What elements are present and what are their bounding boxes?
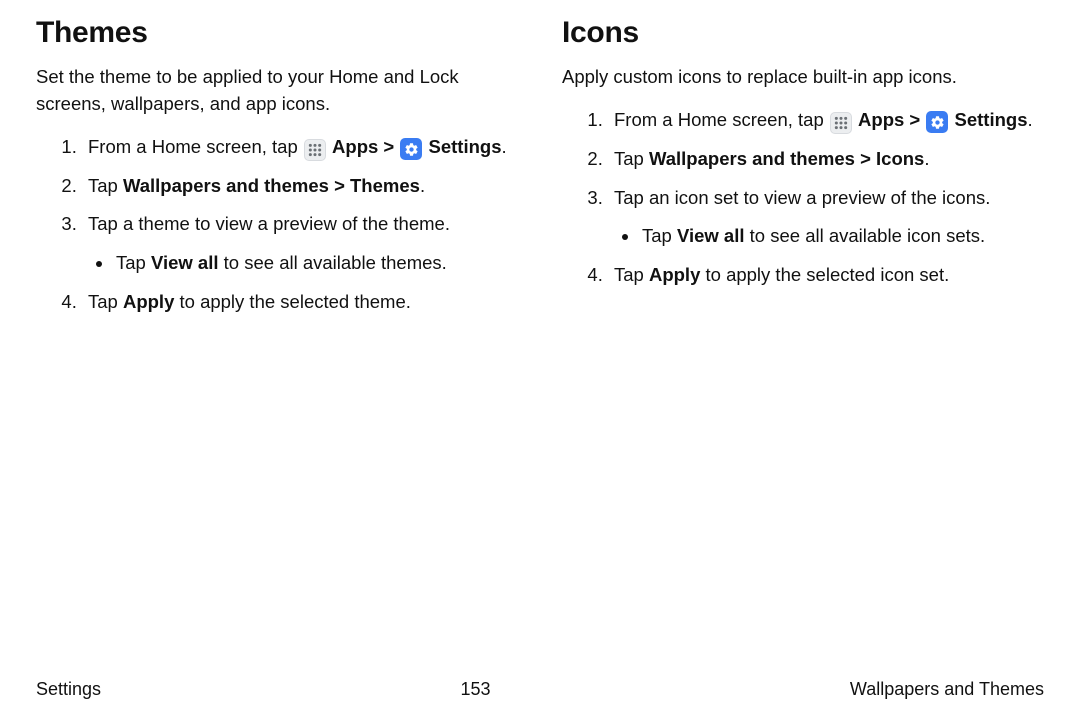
step-sep: > (378, 136, 399, 157)
heading-themes: Themes (36, 16, 518, 50)
apps-label: Apps (858, 109, 904, 130)
substep: Tap View all to see all available icon s… (640, 223, 1044, 250)
step-post: to apply the selected icon set. (700, 264, 949, 285)
substep: Tap View all to see all available themes… (114, 250, 518, 277)
right-column: Icons Apply custom icons to replace buil… (562, 16, 1044, 671)
step-bold: Apply (123, 291, 174, 312)
sub-post: to see all available icon sets. (745, 225, 986, 246)
sub-bold: View all (677, 225, 745, 246)
sub-post: to see all available themes. (219, 252, 447, 273)
step-end: . (1028, 109, 1033, 130)
step-1: From a Home screen, tap Apps > Settings. (82, 134, 518, 161)
settings-icon (926, 111, 948, 133)
intro-icons: Apply custom icons to replace built-in a… (562, 64, 1044, 91)
steps-icons: From a Home screen, tap Apps > Settings.… (562, 107, 1044, 289)
footer-left: Settings (36, 679, 101, 700)
footer-page-number: 153 (460, 679, 490, 700)
page-content: Themes Set the theme to be applied to yo… (36, 16, 1044, 671)
step-3: Tap a theme to view a preview of the the… (82, 211, 518, 277)
step-pre: Tap (614, 264, 649, 285)
left-column: Themes Set the theme to be applied to yo… (36, 16, 518, 671)
substeps: Tap View all to see all available themes… (88, 250, 518, 277)
step-text: From a Home screen, tap (614, 109, 829, 130)
steps-themes: From a Home screen, tap Apps > Settings.… (36, 134, 518, 316)
step-text: Tap an icon set to view a preview of the… (614, 187, 990, 208)
footer-right: Wallpapers and Themes (850, 679, 1044, 700)
step-bold: Apply (649, 264, 700, 285)
step-bold: Wallpapers and themes > Themes (123, 175, 420, 196)
heading-icons: Icons (562, 16, 1044, 50)
step-2: Tap Wallpapers and themes > Themes. (82, 173, 518, 200)
step-sep: > (904, 109, 925, 130)
settings-label: Settings (955, 109, 1028, 130)
step-1: From a Home screen, tap Apps > Settings. (608, 107, 1044, 134)
step-2: Tap Wallpapers and themes > Icons. (608, 146, 1044, 173)
sub-pre: Tap (642, 225, 677, 246)
step-end: . (924, 148, 929, 169)
step-end: . (502, 136, 507, 157)
sub-bold: View all (151, 252, 219, 273)
step-4: Tap Apply to apply the selected theme. (82, 289, 518, 316)
settings-label: Settings (429, 136, 502, 157)
step-pre: Tap (88, 291, 123, 312)
page-footer: Settings 153 Wallpapers and Themes (36, 671, 1044, 700)
step-text: Tap (614, 148, 649, 169)
step-post: to apply the selected theme. (174, 291, 411, 312)
step-text: Tap a theme to view a preview of the the… (88, 213, 450, 234)
sub-pre: Tap (116, 252, 151, 273)
substeps: Tap View all to see all available icon s… (614, 223, 1044, 250)
step-end: . (420, 175, 425, 196)
apps-icon (830, 112, 852, 134)
apps-label: Apps (332, 136, 378, 157)
step-3: Tap an icon set to view a preview of the… (608, 185, 1044, 251)
step-bold: Wallpapers and themes > Icons (649, 148, 924, 169)
step-text: Tap (88, 175, 123, 196)
apps-icon (304, 139, 326, 161)
step-text: From a Home screen, tap (88, 136, 303, 157)
step-4: Tap Apply to apply the selected icon set… (608, 262, 1044, 289)
intro-themes: Set the theme to be applied to your Home… (36, 64, 518, 118)
settings-icon (400, 138, 422, 160)
